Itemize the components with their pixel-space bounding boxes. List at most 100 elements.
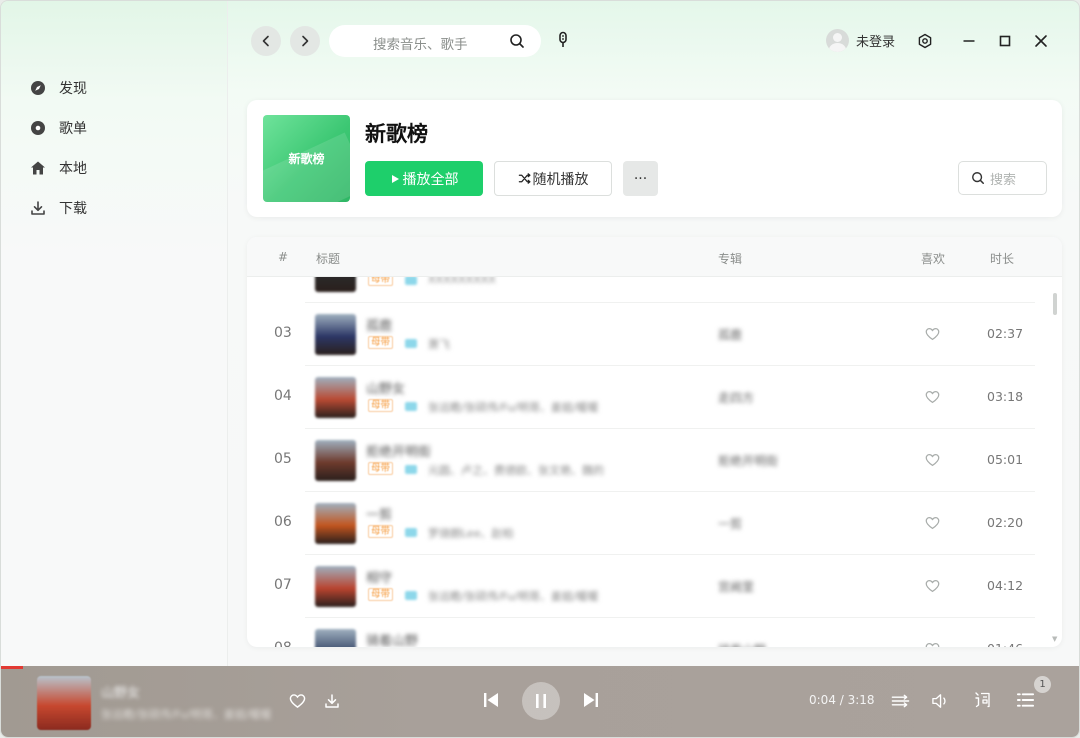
lyrics-icon[interactable] — [974, 691, 992, 709]
quality-badge: 母带 — [368, 277, 394, 286]
search-icon[interactable] — [509, 33, 525, 53]
shuffle-label: 随机播放 — [532, 171, 589, 188]
forward-button[interactable] — [290, 26, 320, 56]
now-playing-artist[interactable]: 张远瞻/张硕伟/Fu/明哥、姜姐/暖暖 — [101, 706, 272, 722]
sidebar-item-playlists[interactable]: 歌单 — [29, 114, 87, 142]
compass-icon — [29, 79, 47, 97]
heart-icon[interactable] — [925, 515, 940, 534]
track-duration: 02:20 — [987, 515, 1024, 530]
track-artist[interactable]: 罗烧朗Lee、赵柏 — [428, 525, 513, 541]
shuffle-icon — [518, 173, 531, 184]
table-row[interactable]: 03 孤鹿 母带 萧飞 孤鹿 02:37 — [247, 303, 1047, 366]
track-index: 07 — [274, 577, 292, 593]
pause-button[interactable] — [522, 682, 560, 720]
playlist-search-input[interactable]: 搜索 — [958, 161, 1047, 195]
sidebar-item-downloads[interactable]: 下载 — [29, 194, 87, 222]
sidebar-item-label: 下载 — [59, 201, 87, 217]
sidebar-item-label: 歌单 — [59, 121, 87, 137]
vip-icon — [405, 402, 417, 411]
maximize-icon[interactable] — [996, 32, 1014, 50]
playlist-cover: 新歌榜 — [263, 115, 350, 202]
chevron-left-icon — [262, 35, 269, 47]
app-window: 发现 歌单 本地 下载 搜索音乐、歌手 未登录 新歌榜 新歌榜 播放全部 随机播… — [0, 0, 1080, 738]
track-cover — [315, 440, 356, 481]
queue-count-badge: 1 — [1034, 676, 1051, 693]
search-placeholder: 搜索音乐、歌手 — [373, 37, 468, 53]
track-album[interactable]: 骑着山野 — [718, 641, 766, 647]
next-track-icon[interactable] — [582, 691, 600, 709]
table-row[interactable]: 04 山野女 母带 张远瞻/张硕伟/Fu/明哥、姜姐/暖暖 走四方 03:18 — [247, 366, 1047, 429]
table-row[interactable]: 06 一剪 母带 罗烧朗Lee、赵柏 一剪 02:20 — [247, 492, 1047, 555]
table-row[interactable]: 07 相守母带 张远瞻/张硕伟/Fu/明哥、姜姐/暖暖 宫阙里 04:12 — [247, 555, 1047, 618]
track-title: 相守 — [366, 571, 393, 586]
track-duration: 03:18 — [987, 389, 1024, 404]
track-list[interactable]: 母带 XXXXXXXXX 03 孤鹿 母带 萧飞 孤鹿 02:37 04 山野女 母带 张远瞻/张硕伟… — [247, 277, 1062, 647]
microphone-icon[interactable] — [554, 31, 572, 53]
vip-icon — [405, 528, 417, 537]
table-row[interactable]: 05 拒绝开明街母带 元圆、卢之、费德欧、张文艳、魏的 拒绝开明街 05:01 — [247, 429, 1047, 492]
heart-icon[interactable] — [925, 641, 940, 647]
track-album[interactable]: 一剪 — [718, 515, 742, 532]
minimize-icon[interactable] — [960, 32, 978, 50]
search-input[interactable]: 搜索音乐、歌手 — [329, 25, 541, 57]
heart-icon[interactable] — [925, 326, 940, 345]
track-title: 山野女 — [366, 382, 406, 397]
track-artist[interactable]: 萧飞 — [428, 336, 450, 352]
track-cover — [315, 503, 356, 544]
shuffle-play-button[interactable]: 随机播放 — [494, 161, 612, 196]
avatar[interactable] — [826, 29, 849, 52]
back-button[interactable] — [251, 26, 281, 56]
track-artist[interactable]: 张远瞻/张硕伟/Fu/明哥、姜姐/暖暖 — [428, 399, 599, 415]
user-login[interactable]: 未登录 — [826, 29, 895, 52]
more-button[interactable]: ··· — [623, 161, 658, 196]
page-title: 新歌榜 — [365, 122, 428, 146]
track-index: 08 — [274, 640, 292, 647]
home-icon — [29, 159, 47, 177]
track-album[interactable]: 走四方 — [718, 389, 754, 406]
track-duration: 05:01 — [987, 452, 1024, 467]
quality-badge: 母带 — [368, 462, 394, 475]
sidebar-item-local[interactable]: 本地 — [29, 154, 87, 182]
settings-icon[interactable] — [916, 32, 934, 50]
sidebar: 发现 歌单 本地 下载 — [1, 1, 228, 666]
track-artist[interactable]: 张远瞻/张硕伟/Fu/明哥、姜姐/暖暖 — [428, 588, 599, 604]
progress-bar[interactable] — [1, 666, 23, 669]
track-album[interactable]: 拒绝开明街 — [718, 452, 778, 469]
scrollbar[interactable] — [1053, 293, 1057, 315]
play-all-button[interactable]: 播放全部 — [365, 161, 483, 196]
track-index: 05 — [274, 451, 292, 467]
close-icon[interactable] — [1032, 32, 1050, 50]
track-album[interactable]: 孤鹿 — [718, 326, 742, 343]
user-name[interactable]: 未登录 — [856, 31, 895, 50]
track-index: 04 — [274, 388, 292, 404]
play-mode-icon[interactable] — [891, 693, 910, 709]
now-playing-title[interactable]: 山野女 — [101, 682, 140, 701]
track-title: 拒绝开明街 — [366, 445, 432, 460]
track-artist[interactable]: XXXXXXXXX — [428, 277, 496, 286]
playlist-queue-icon[interactable] — [1016, 691, 1035, 709]
quality-badge: 母带 — [368, 588, 394, 601]
track-index: 03 — [274, 325, 292, 341]
vip-icon — [405, 277, 417, 285]
previous-track-icon[interactable] — [482, 691, 500, 709]
heart-icon[interactable] — [289, 693, 306, 709]
now-playing-cover[interactable] — [37, 676, 91, 730]
scroll-down-icon[interactable]: ▼ — [1052, 635, 1057, 643]
sidebar-item-discover[interactable]: 发现 — [29, 74, 87, 102]
track-cover — [315, 277, 356, 292]
heart-icon[interactable] — [925, 578, 940, 597]
track-duration: 04:12 — [987, 578, 1024, 593]
column-like: 喜欢 — [921, 252, 946, 266]
track-duration: 02:37 — [987, 326, 1024, 341]
track-title: 孤鹿 — [366, 319, 393, 334]
volume-icon[interactable] — [931, 692, 952, 710]
heart-icon[interactable] — [925, 389, 940, 408]
track-artist[interactable]: 元圆、卢之、费德欧、张文艳、魏的 — [428, 462, 604, 478]
heart-icon[interactable] — [925, 452, 940, 471]
table-row[interactable]: 08骑着山野母带骑着山野01:46 — [247, 618, 1047, 647]
table-row[interactable]: 母带 XXXXXXXXX — [247, 277, 1047, 303]
track-album[interactable]: 宫阙里 — [718, 578, 754, 595]
download-icon[interactable] — [324, 693, 340, 709]
search-icon — [972, 172, 984, 184]
disc-icon — [29, 119, 47, 137]
